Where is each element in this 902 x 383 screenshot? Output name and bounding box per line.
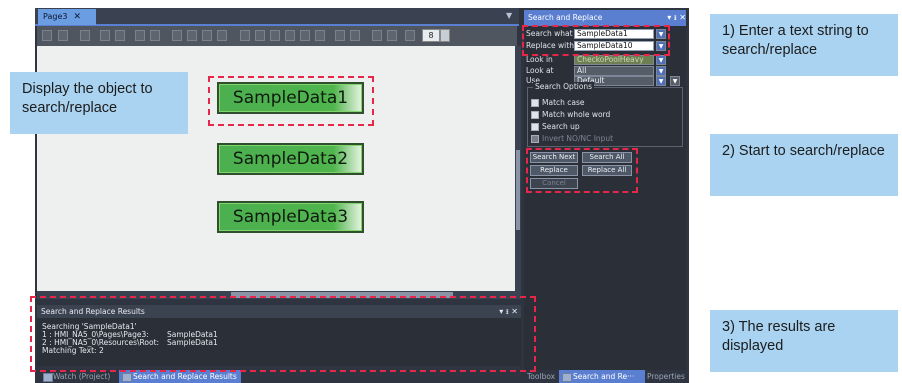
search-icon <box>562 373 572 382</box>
paste-format-icon[interactable] <box>58 30 68 41</box>
pin-icon[interactable]: ᵻ <box>674 13 677 22</box>
grid-size-input[interactable]: 8 <box>422 29 440 42</box>
tab-search-replace[interactable]: Search and Re··· <box>559 370 645 383</box>
match-case-checkbox[interactable]: Match case <box>531 98 585 108</box>
search-up-checkbox[interactable]: Search up <box>531 122 580 132</box>
highlight-sample-object <box>208 76 374 126</box>
unlock-icon[interactable] <box>150 30 160 41</box>
match-whole-word-checkbox[interactable]: Match whole word <box>531 110 610 120</box>
align-middle-icon[interactable] <box>300 30 310 41</box>
copy-format-icon[interactable] <box>42 30 52 41</box>
look-in-label: Look in <box>526 55 553 64</box>
grid-size-stepper[interactable] <box>440 29 450 42</box>
callout-display-text: Display the object to search/replace <box>22 81 153 116</box>
tab-page3-label: Page3 <box>43 12 68 21</box>
use-dropdown-icon[interactable]: ▼ <box>656 76 666 86</box>
lock-icon[interactable] <box>135 30 145 41</box>
same-height-icon[interactable] <box>387 30 397 41</box>
ungroup-icon[interactable] <box>115 30 125 41</box>
close-icon[interactable]: ✕ <box>679 13 686 22</box>
distribute-vertical-icon[interactable] <box>350 30 360 41</box>
callout-step-2-text: 2) Start to search/replace <box>722 143 885 159</box>
results-icon <box>122 373 132 382</box>
align-top-icon[interactable] <box>285 30 295 41</box>
align-left-icon[interactable] <box>240 30 250 41</box>
grid-icon[interactable] <box>405 30 415 41</box>
document-tab-strip <box>35 8 519 26</box>
panel-header-controls: ▾ ᵻ ✕ <box>656 10 686 26</box>
callout-step-3: 3) The results are displayed <box>532 310 898 372</box>
watch-icon <box>43 373 53 382</box>
match-case-label: Match case <box>542 98 585 107</box>
chevron-down-icon[interactable]: ▼ <box>506 11 516 21</box>
group-icon[interactable] <box>100 30 110 41</box>
align-center-icon[interactable] <box>255 30 265 41</box>
checkbox-icon[interactable] <box>531 99 539 107</box>
send-backward-icon[interactable] <box>202 30 212 41</box>
sample-button-2[interactable]: SampleData2 <box>217 143 364 175</box>
same-width-icon[interactable] <box>372 30 382 41</box>
callout-step-1-text: 1) Enter a text string to search/replace <box>722 23 869 58</box>
bring-forward-icon[interactable] <box>187 30 197 41</box>
match-whole-word-label: Match whole word <box>542 110 611 119</box>
tab-results-label: Search and Replace Results <box>133 372 237 381</box>
callout-display-object: Display the object to search/replace <box>10 72 206 134</box>
highlight-results-pane <box>30 296 536 372</box>
checkbox-icon[interactable] <box>531 111 539 119</box>
align-right-icon[interactable] <box>270 30 280 41</box>
distribute-horizontal-icon[interactable] <box>335 30 345 41</box>
close-icon[interactable]: ✕ <box>73 12 81 22</box>
panel-title: Search and Replace <box>528 13 603 22</box>
tab-properties[interactable]: Properties <box>647 370 687 383</box>
checkbox-icon[interactable] <box>531 135 539 143</box>
bring-front-icon[interactable] <box>172 30 182 41</box>
checkbox-icon[interactable] <box>531 123 539 131</box>
search-up-label: Search up <box>542 122 580 131</box>
align-bottom-icon[interactable] <box>315 30 325 41</box>
invert-no-nc-label: Invert NO/NC Input <box>542 134 614 143</box>
look-in-select[interactable]: CheckoPoolHeavy <box>574 55 654 65</box>
look-in-dropdown-icon[interactable]: ▼ <box>656 55 666 65</box>
use-options-icon[interactable]: ▼ <box>670 76 680 86</box>
search-options-title: Search Options <box>533 82 595 92</box>
chevron-down-icon[interactable]: ▾ <box>667 13 671 22</box>
look-at-label: Look at <box>526 66 554 75</box>
look-at-select[interactable]: All <box>574 66 654 76</box>
tab-watch-label: Watch (Project) <box>53 372 111 381</box>
callout-step-3-text: 3) The results are displayed <box>722 319 836 354</box>
highlight-search-fields <box>522 25 670 56</box>
highlight-action-buttons <box>526 148 638 193</box>
invert-no-nc-checkbox[interactable]: Invert NO/NC Input <box>531 134 613 144</box>
callout-step-2: 2) Start to search/replace <box>635 134 898 196</box>
send-back-icon[interactable] <box>217 30 227 41</box>
tab-search-label: Search and Re··· <box>573 372 635 381</box>
clear-format-icon[interactable] <box>80 30 90 41</box>
sample-button-3[interactable]: SampleData3 <box>217 201 364 233</box>
callout-step-1: 1) Enter a text string to search/replace <box>670 14 898 76</box>
tab-page3[interactable]: Page3 ✕ <box>38 9 96 25</box>
look-at-dropdown-icon[interactable]: ▼ <box>656 66 666 76</box>
canvas-vertical-scroll-thumb[interactable] <box>516 150 520 230</box>
